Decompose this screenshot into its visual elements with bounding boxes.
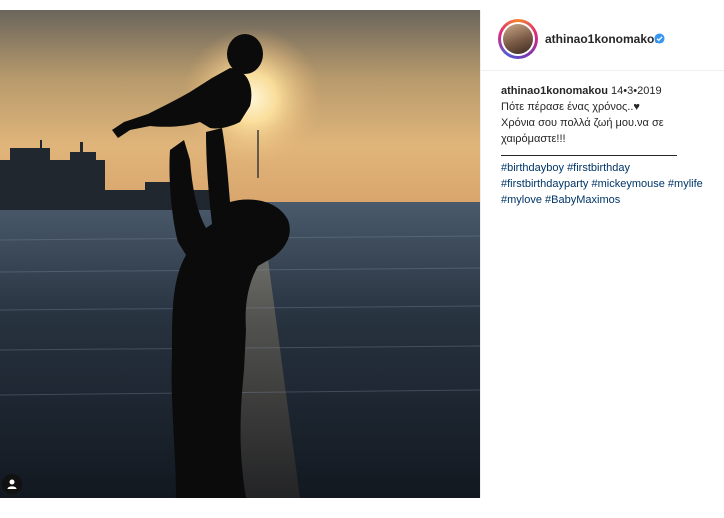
hashtag-link[interactable]: #birthdayboy: [501, 162, 564, 174]
instagram-post: athinao1konomakou athinao1konomakou 14•3…: [0, 0, 724, 518]
caption-line-3: χαιρόμαστε!!!: [501, 133, 566, 145]
caption: athinao1konomakou 14•3•2019 Πότε πέρασε …: [501, 83, 723, 208]
hashtag-line-3: #mylove #BabyMaximos: [501, 192, 723, 208]
caption-date: 14•3•2019: [611, 85, 662, 97]
hashtag-link[interactable]: #mylove: [501, 194, 542, 206]
post-header: athinao1konomakou: [481, 10, 724, 71]
hashtag-link[interactable]: #BabyMaximos: [545, 194, 620, 206]
post-photo[interactable]: [0, 10, 480, 498]
caption-username[interactable]: athinao1konomakou: [501, 85, 608, 97]
caption-line-2: Χρόνια σου πολλά ζωή μου.να σε: [501, 117, 664, 129]
avatar-image: [503, 24, 533, 54]
caption-line-1: Πότε πέρασε ένας χρόνος..♥: [501, 101, 640, 113]
hashtag-link[interactable]: #mickeymouse: [592, 178, 665, 190]
post-sidebar: athinao1konomakou athinao1konomakou 14•3…: [480, 10, 724, 498]
avatar-ring: [501, 22, 535, 56]
sunset-beach-photo: [0, 10, 480, 498]
hashtag-link[interactable]: #mylife: [668, 178, 703, 190]
hashtag-link[interactable]: #firstbirthdayparty: [501, 178, 588, 190]
hashtag-line-2: #firstbirthdayparty #mickeymouse #mylife: [501, 176, 723, 192]
user-icon: [7, 479, 17, 489]
hashtag-line-1: #birthdayboy #firstbirthday: [501, 160, 723, 176]
caption-divider: [501, 149, 677, 156]
header-username[interactable]: athinao1konomakou: [545, 32, 662, 46]
hashtag-link[interactable]: #firstbirthday: [567, 162, 630, 174]
tagged-users-button[interactable]: [2, 474, 22, 494]
verified-badge-icon: [654, 33, 665, 44]
avatar[interactable]: [498, 19, 538, 59]
